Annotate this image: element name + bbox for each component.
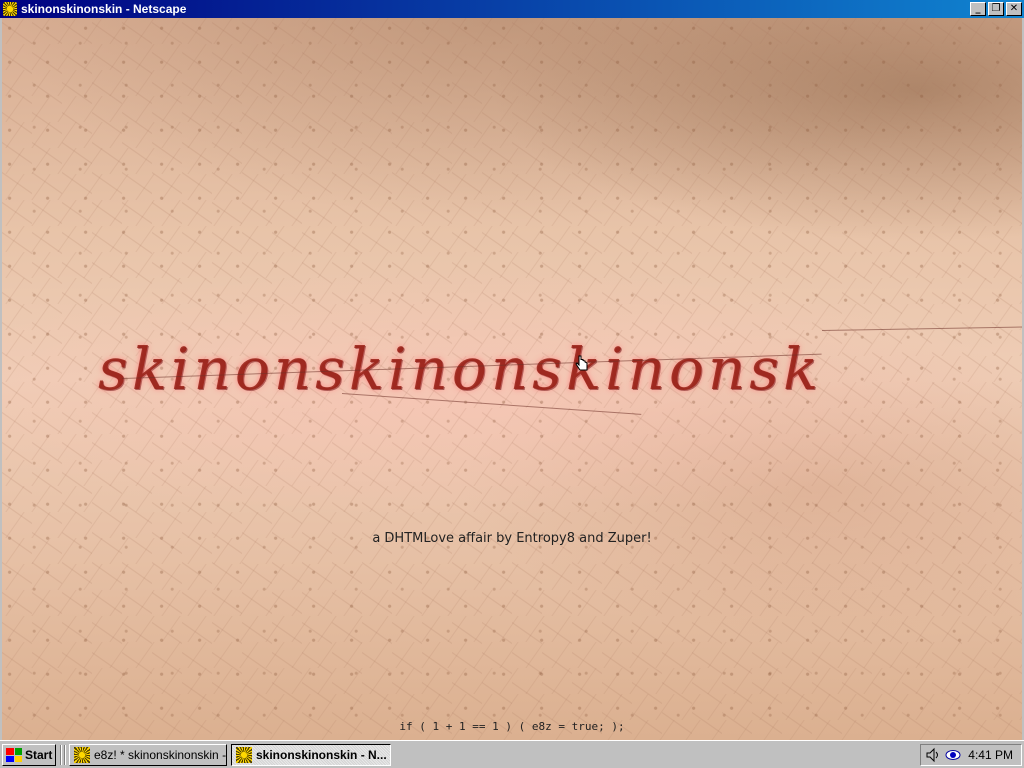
speaker-icon[interactable] <box>925 747 941 763</box>
start-label: Start <box>25 748 53 762</box>
carved-title[interactable]: skinonskinonskinonsk <box>92 323 832 423</box>
taskbar-separator <box>60 745 62 765</box>
start-button[interactable]: Start <box>2 744 56 766</box>
taskbar-item-label: e8z! * skinonskinonskin - ... <box>94 748 227 762</box>
window-controls: _ ❐ ✕ <box>968 2 1022 16</box>
netscape-app-icon <box>236 747 252 763</box>
taskbar-item-skinonskin[interactable]: skinonskinonskin - N... <box>231 744 391 766</box>
window-titlebar[interactable]: skinonskinonskin - Netscape _ ❐ ✕ <box>0 0 1024 18</box>
taskbar-item-label: skinonskinonskin - N... <box>256 748 387 762</box>
code-line-text: if ( 1 + 1 == 1 ) ( e8z = true; ); <box>399 720 625 733</box>
close-button[interactable]: ✕ <box>1006 2 1022 16</box>
taskbar-item-e8z[interactable]: e8z! * skinonskinonskin - ... <box>69 744 227 766</box>
credit-text: a DHTMLove affair by Entropy8 and Zuper! <box>372 531 652 546</box>
window-title: skinonskinonskin - Netscape <box>21 2 187 16</box>
carved-text: skinonskinonskinonsk <box>98 335 823 403</box>
clock[interactable]: 4:41 PM <box>968 748 1013 762</box>
taskbar-separator <box>64 745 66 765</box>
maximize-button[interactable]: ❐ <box>988 2 1004 16</box>
netscape-app-icon <box>74 747 90 763</box>
hand-cursor-icon <box>575 355 588 371</box>
system-tray: 4:41 PM <box>920 744 1022 766</box>
eye-icon[interactable] <box>945 747 961 763</box>
windows-logo-icon <box>6 748 22 762</box>
page-content: skinonskinonskinonsk a DHTMLove affair b… <box>2 18 1022 740</box>
taskbar: Start e8z! * skinonskinonskin - ... skin… <box>0 740 1024 768</box>
minimize-button[interactable]: _ <box>970 2 986 16</box>
netscape-app-icon[interactable] <box>3 2 17 16</box>
